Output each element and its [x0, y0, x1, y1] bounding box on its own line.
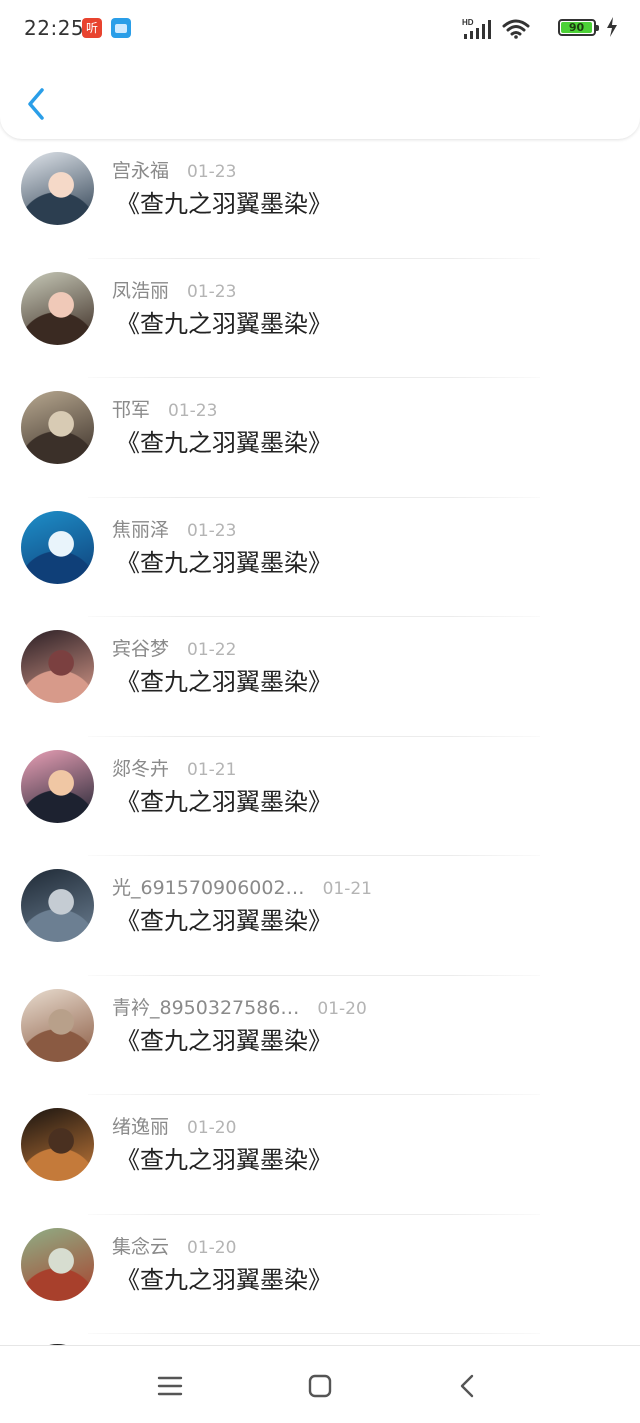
author-line: 光_691570906002… 01-21 — [112, 873, 372, 900]
system-back-button[interactable] — [452, 1370, 484, 1402]
author-line: 邗军 01-23 — [112, 395, 217, 422]
svg-text:HD: HD — [462, 18, 474, 27]
system-nav-bar — [0, 1345, 640, 1423]
avatar[interactable] — [21, 630, 94, 703]
post-date: 01-21 — [322, 879, 372, 899]
author-name[interactable]: 青衿_8950327586… — [112, 997, 299, 1019]
book-title: 《查九之羽翼墨染》 — [116, 429, 332, 457]
author-name[interactable]: 宫永福 — [112, 160, 169, 182]
author-line: 宾谷梦 01-22 — [112, 634, 236, 661]
book-title: 《查九之羽翼墨染》 — [116, 1026, 332, 1055]
author-line: 凤浩丽 01-23 — [112, 276, 236, 303]
battery-icon: 90 — [558, 19, 599, 36]
post-date: 01-22 — [187, 640, 237, 660]
book-title: 《查九之羽翼墨染》 — [116, 548, 332, 577]
author-name[interactable]: 光_691570906002… — [112, 877, 305, 899]
recent-apps-button[interactable] — [154, 1370, 186, 1402]
signal-icon: HD — [462, 18, 491, 39]
author-name[interactable]: 绪逸丽 — [112, 1116, 169, 1138]
listen-app-icon: 听 — [82, 18, 102, 38]
list-item[interactable]: 宫永福 01-23 《查九之羽翼墨染》 — [0, 139, 640, 259]
author-line: 青衿_8950327586… 01-20 — [112, 993, 367, 1020]
post-date: 01-21 — [187, 759, 237, 780]
author-name[interactable]: 宾谷梦 — [112, 638, 169, 660]
author-name[interactable]: 集念云 — [112, 1236, 169, 1258]
list-item[interactable]: 郯冬卉 01-21 《查九之羽翼墨染》 — [0, 737, 640, 856]
avatar[interactable] — [21, 988, 94, 1062]
avatar[interactable] — [21, 749, 94, 823]
home-button[interactable] — [304, 1370, 336, 1402]
author-line: 宫永福 01-23 — [112, 156, 236, 183]
post-date: 01-23 — [187, 281, 237, 302]
book-title: 《查九之羽翼墨染》 — [116, 668, 332, 696]
book-title: 《查九之羽翼墨染》 — [116, 309, 332, 338]
list-item[interactable]: 焦丽泽 01-23 《查九之羽翼墨染》 — [0, 498, 640, 617]
charging-bolt-icon — [607, 17, 617, 37]
list-item[interactable]: 青衿_8950327586… 01-20 《查九之羽翼墨染》 — [0, 976, 640, 1095]
post-date: 01-23 — [187, 520, 237, 541]
calendar-app-icon — [111, 18, 131, 38]
home-square-icon — [308, 1374, 332, 1398]
author-name[interactable]: 焦丽泽 — [112, 519, 169, 541]
author-line: 郯冬卉 01-21 — [112, 754, 236, 781]
author-line: 绪逸丽 01-20 — [112, 1112, 236, 1139]
book-title: 《查九之羽翼墨染》 — [116, 787, 332, 816]
author-name[interactable]: 邗军 — [112, 399, 150, 421]
post-date: 01-23 — [187, 162, 237, 182]
avatar[interactable] — [21, 391, 94, 464]
author-name[interactable]: 郯冬卉 — [112, 758, 169, 780]
status-bar: 22:25 听 HD 90 — [0, 0, 640, 56]
list-item[interactable]: 凤浩丽 01-23 《查九之羽翼墨染》 — [0, 259, 640, 378]
list-item[interactable]: 集念云 01-20 《查九之羽翼墨染》 — [0, 1215, 640, 1334]
avatar[interactable] — [21, 1227, 94, 1301]
author-name[interactable]: 凤浩丽 — [112, 280, 169, 302]
screen: 22:25 听 HD 90 宫永福 01-23 《查九之羽翼墨染》 凤浩丽 01… — [0, 0, 640, 1423]
author-line: 集念云 01-20 — [112, 1232, 236, 1259]
avatar[interactable] — [21, 510, 94, 584]
chevron-left-icon — [28, 88, 44, 120]
book-title: 《查九之羽翼墨染》 — [116, 907, 332, 935]
battery-level: 90 — [561, 22, 592, 33]
post-date: 01-20 — [187, 1237, 237, 1258]
book-title: 《查九之羽翼墨染》 — [116, 1146, 332, 1174]
status-indicators: HD 90 — [458, 16, 618, 42]
status-time: 22:25 — [24, 16, 85, 40]
post-date: 01-20 — [187, 1118, 237, 1138]
book-title: 《查九之羽翼墨染》 — [116, 1265, 332, 1294]
post-date: 01-23 — [168, 401, 218, 421]
back-button[interactable] — [18, 82, 58, 126]
header: 22:25 听 HD 90 — [0, 0, 640, 139]
avatar[interactable] — [21, 152, 94, 225]
avatar[interactable] — [21, 1108, 94, 1181]
author-line: 焦丽泽 01-23 — [112, 515, 236, 542]
list-item[interactable]: 光_691570906002… 01-21 《查九之羽翼墨染》 — [0, 856, 640, 976]
book-title: 《查九之羽翼墨染》 — [116, 190, 332, 218]
list-item[interactable]: 绪逸丽 01-20 《查九之羽翼墨染》 — [0, 1095, 640, 1215]
list-item[interactable]: 宾谷梦 01-22 《查九之羽翼墨染》 — [0, 617, 640, 737]
menu-icon — [157, 1376, 183, 1396]
wifi-icon — [502, 19, 530, 39]
comment-list: 宫永福 01-23 《查九之羽翼墨染》 凤浩丽 01-23 《查九之羽翼墨染》 邗军 01-2… — [0, 139, 640, 1417]
chevron-left-icon — [460, 1374, 474, 1398]
post-date: 01-20 — [317, 998, 367, 1019]
avatar[interactable] — [21, 869, 94, 942]
avatar[interactable] — [21, 271, 94, 345]
list-item[interactable]: 邗军 01-23 《查九之羽翼墨染》 — [0, 378, 640, 498]
